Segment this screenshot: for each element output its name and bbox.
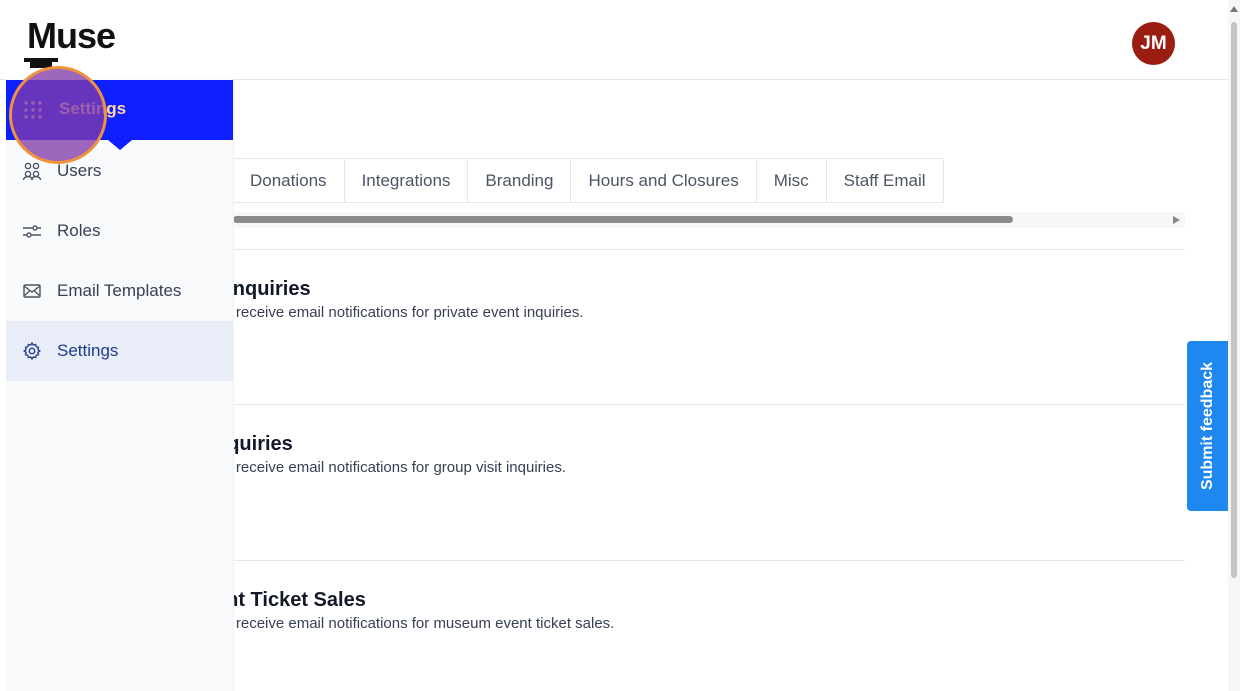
settings-tabs: Donations Integrations Branding Hours an… — [233, 158, 944, 203]
scroll-right-arrow-icon[interactable] — [1173, 216, 1180, 224]
sidebar-item-settings[interactable]: Settings — [6, 321, 233, 381]
envelope-icon — [23, 284, 41, 298]
user-avatar[interactable]: JM — [1132, 22, 1175, 65]
page-scrollbar-thumb[interactable] — [1231, 22, 1237, 578]
gear-icon — [23, 341, 41, 361]
page-scrollbar[interactable] — [1228, 0, 1240, 691]
sidebar-item-roles[interactable]: Roles — [6, 201, 233, 261]
click-highlight — [9, 66, 107, 164]
section-title-event-ticket-sales: ent Ticket Sales — [215, 589, 366, 611]
submit-feedback-button[interactable]: Submit feedback — [1187, 341, 1228, 511]
tabs-scrollbar-thumb[interactable] — [233, 216, 1013, 223]
sliders-icon — [23, 225, 41, 238]
tab-hours-and-closures[interactable]: Hours and Closures — [571, 158, 757, 203]
tab-integrations[interactable]: Integrations — [344, 158, 469, 203]
tab-misc[interactable]: Misc — [756, 158, 827, 203]
sidebar-item-label: Roles — [57, 221, 101, 240]
section-desc-group-visit: ho receive email notifications for group… — [215, 459, 566, 476]
section-divider — [233, 560, 1185, 561]
section-divider — [233, 249, 1185, 250]
muse-logo[interactable]: Muse — [27, 16, 116, 56]
scroll-up-arrow-icon[interactable] — [1230, 6, 1238, 12]
top-header: Muse JM — [0, 0, 1228, 80]
tab-donations[interactable]: Donations — [233, 158, 345, 203]
section-desc-event-ticket-sales: ho receive email notifications for museu… — [215, 615, 615, 632]
tab-branding[interactable]: Branding — [468, 158, 572, 203]
sidebar-item-label: Users — [57, 161, 102, 180]
sidebar-item-label: Email Templates — [57, 281, 182, 300]
section-divider — [233, 404, 1185, 405]
users-icon — [22, 162, 42, 181]
sidebar-item-email-templates[interactable]: Email Templates — [6, 261, 233, 321]
submit-feedback-label: Submit feedback — [1198, 361, 1216, 491]
tab-staff-email[interactable]: Staff Email — [826, 158, 944, 203]
section-desc-private-event: ho receive email notifications for priva… — [215, 304, 584, 321]
sidebar-item-label: Settings — [57, 341, 119, 360]
